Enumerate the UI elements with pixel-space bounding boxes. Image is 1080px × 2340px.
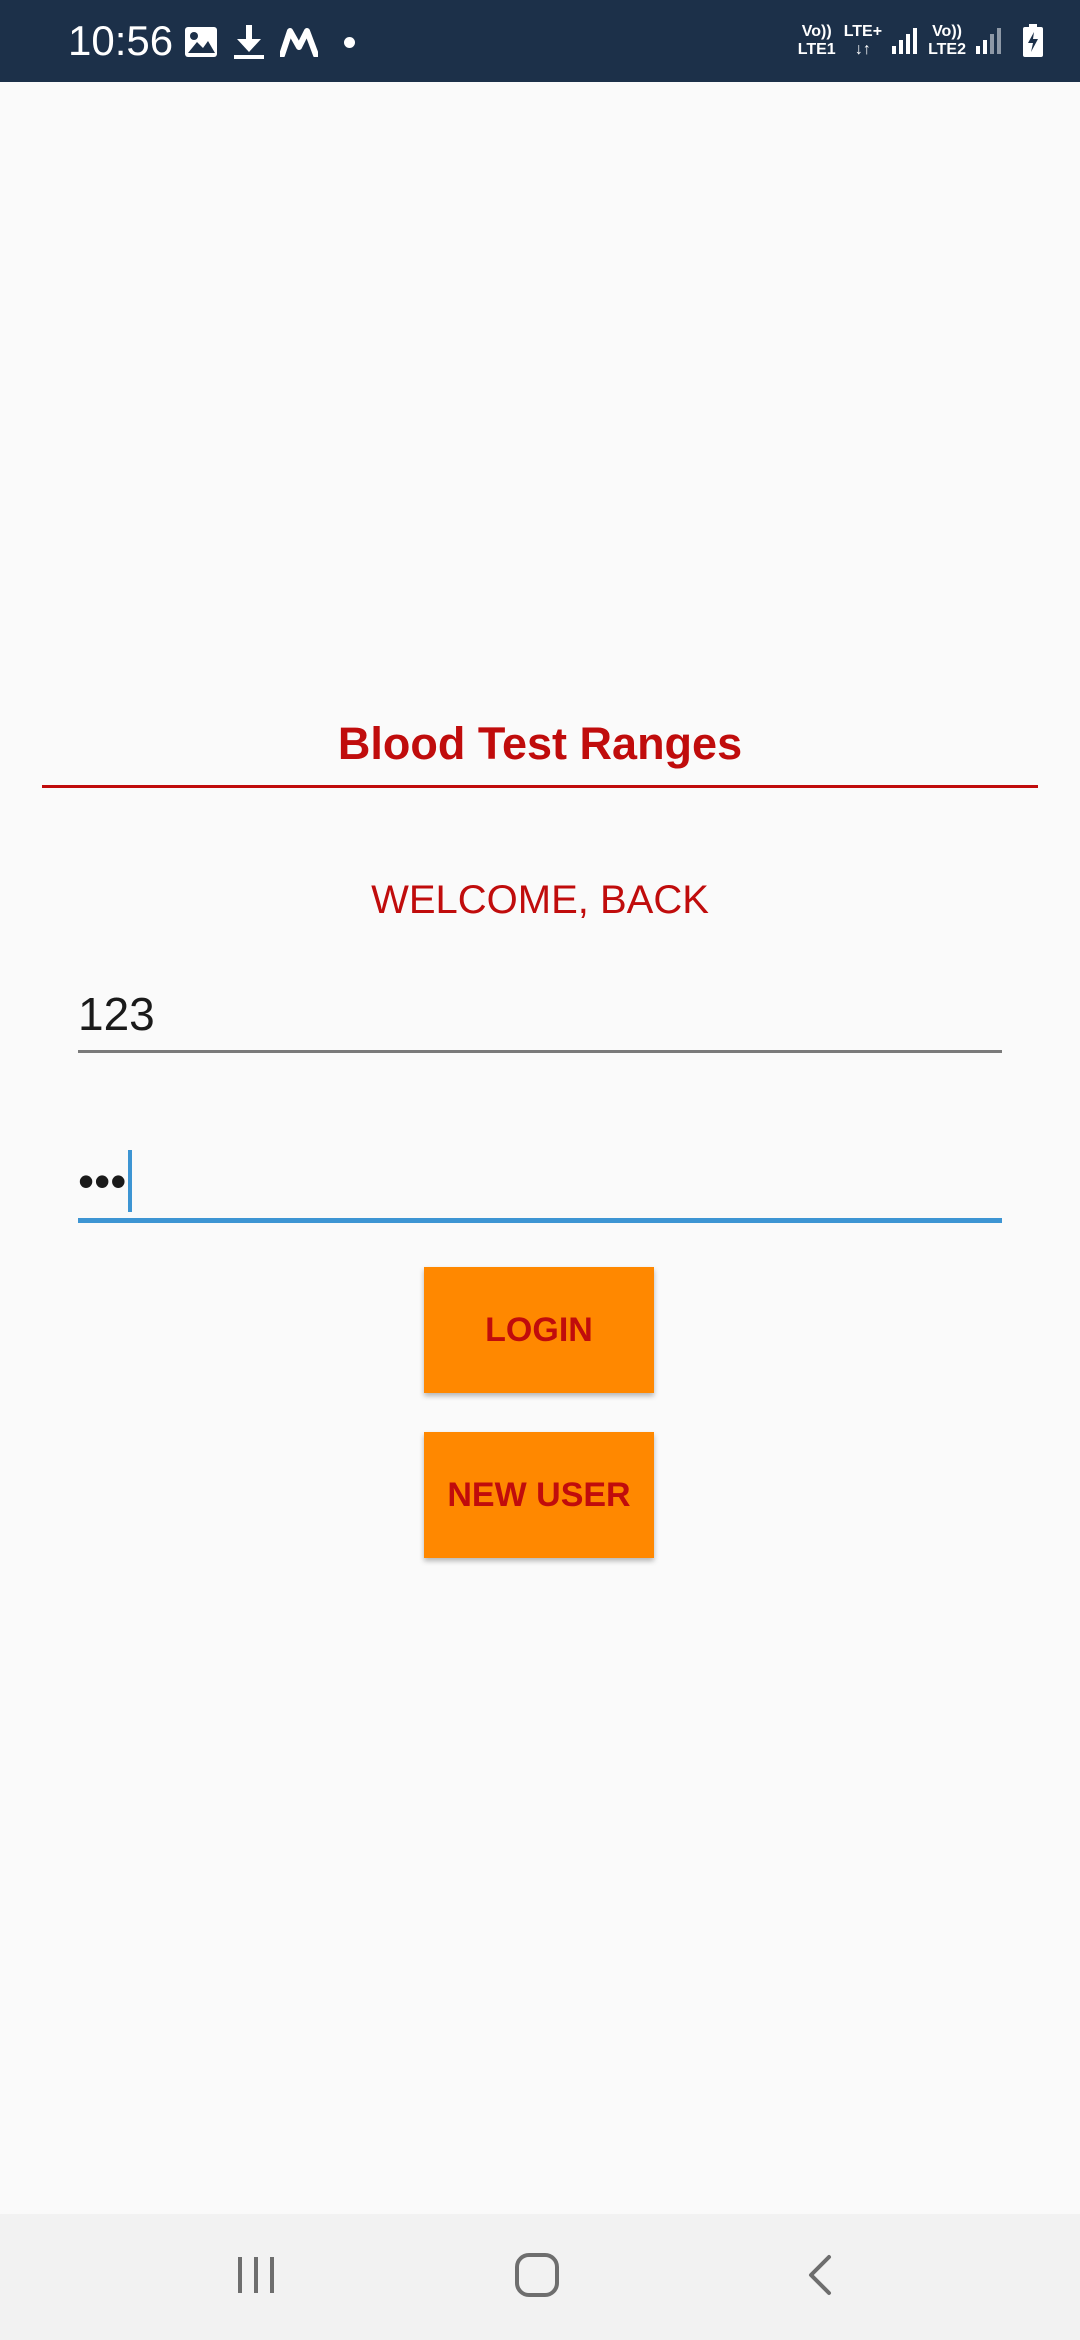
network-label-bottom: LTE2: [928, 41, 966, 58]
signal-strength-icon: [890, 26, 920, 56]
home-icon: [514, 2252, 560, 2303]
back-icon: [805, 2253, 835, 2302]
new-user-button[interactable]: NEW USER: [424, 1432, 654, 1558]
network-label-top: Vo)): [932, 23, 962, 40]
username-value: 123: [78, 988, 155, 1040]
download-icon: [232, 24, 266, 60]
login-button[interactable]: LOGIN: [424, 1267, 654, 1393]
recent-apps-button[interactable]: [176, 2214, 336, 2340]
network-label-bottom: ↓↑: [854, 41, 871, 58]
battery-charging-icon: [1022, 24, 1044, 58]
status-bar: 10:56 Vo)) LTE1 LTE+ ↓↑ Vo)) LTE2: [0, 0, 1080, 82]
title-divider: [42, 785, 1038, 788]
network-label-sim2: Vo)) LTE2: [928, 23, 966, 59]
login-screen: 10:56 Vo)) LTE1 LTE+ ↓↑ Vo)) LTE2 Blood …: [0, 0, 1080, 2340]
status-time: 10:56: [68, 17, 174, 64]
app-title: Blood Test Ranges: [337, 718, 743, 769]
network-label-bottom: LTE1: [797, 41, 836, 58]
password-masked-value: •••: [78, 1155, 127, 1207]
network-label-top: Vo)): [801, 23, 832, 40]
signal-strength-icon: [974, 26, 1004, 56]
welcome-text: WELCOME, BACK: [371, 878, 709, 922]
username-field[interactable]: 123: [78, 978, 1002, 1053]
recent-apps-icon: [234, 2255, 278, 2300]
text-cursor: [128, 1150, 133, 1212]
status-system-icons: Vo)) LTE1 LTE+ ↓↑ Vo)) LTE2: [798, 16, 1044, 66]
navigation-bar: [0, 2214, 1080, 2340]
m-logo-icon: [280, 27, 318, 57]
back-button[interactable]: [740, 2214, 900, 2340]
status-notification-icons: [184, 22, 355, 62]
image-icon: [184, 26, 218, 58]
network-label-top: LTE+: [843, 23, 883, 40]
password-field[interactable]: •••: [78, 1146, 1002, 1223]
notification-dot-icon: [344, 36, 355, 48]
network-label-sim1: Vo)) LTE1: [798, 23, 836, 59]
network-label-data: LTE+ ↓↑: [844, 23, 882, 59]
home-button[interactable]: [457, 2214, 617, 2340]
password-content: •••: [78, 1150, 133, 1212]
